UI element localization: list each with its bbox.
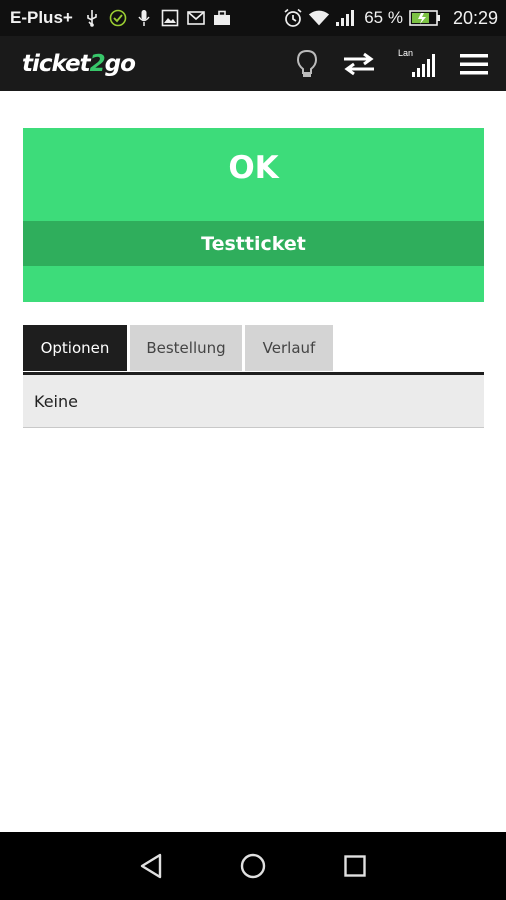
tab-optionen[interactable]: Optionen bbox=[23, 325, 127, 371]
system-nav-bar bbox=[0, 832, 506, 900]
lightbulb-icon[interactable] bbox=[296, 44, 318, 84]
home-icon[interactable] bbox=[228, 841, 278, 891]
signal-bars-icon[interactable]: Lan bbox=[398, 44, 438, 84]
usb-icon bbox=[81, 7, 103, 29]
scan-result-card: OK Testticket bbox=[23, 128, 484, 302]
tab-bestellung[interactable]: Bestellung bbox=[130, 325, 242, 371]
app-logo: ticket2go bbox=[22, 50, 136, 77]
status-right: 65 % 20:29 bbox=[282, 7, 498, 29]
battery-percentage: 65 % bbox=[364, 8, 403, 27]
mail-icon bbox=[185, 7, 207, 29]
ticket-type-band: Testticket bbox=[23, 221, 484, 266]
detail-tabs: Optionen Bestellung Verlauf bbox=[23, 325, 336, 371]
briefcase-icon bbox=[211, 7, 233, 29]
tab-panel-content: Keine bbox=[23, 375, 484, 428]
status-left: E-Plus+ bbox=[10, 7, 237, 29]
logo-text-ticket: ticket bbox=[22, 50, 91, 77]
tab-verlauf[interactable]: Verlauf bbox=[245, 325, 333, 371]
recents-icon[interactable] bbox=[330, 841, 380, 891]
swap-arrows-icon[interactable] bbox=[342, 44, 376, 84]
app-bar-actions: Lan bbox=[282, 44, 488, 84]
status-bar: E-Plus+ 65 % 20:29 bbox=[0, 0, 506, 36]
menu-icon[interactable] bbox=[460, 44, 488, 84]
image-icon bbox=[159, 7, 181, 29]
clock: 20:29 bbox=[452, 7, 498, 28]
logo-text-two: 2 bbox=[89, 50, 106, 77]
app-bar: ticket2go Lan bbox=[0, 36, 506, 91]
logo-text-go: go bbox=[104, 50, 136, 77]
back-icon[interactable] bbox=[126, 841, 176, 891]
carrier-name: E-Plus+ bbox=[10, 8, 73, 27]
alarm-icon bbox=[282, 7, 304, 29]
signal-icon bbox=[334, 7, 356, 29]
check-circle-icon bbox=[107, 7, 129, 29]
result-status: OK bbox=[228, 150, 279, 186]
ticket-type-label: Testticket bbox=[201, 232, 306, 255]
battery-charging-icon bbox=[409, 7, 441, 29]
microphone-icon bbox=[133, 7, 155, 29]
wifi-icon bbox=[308, 7, 330, 29]
